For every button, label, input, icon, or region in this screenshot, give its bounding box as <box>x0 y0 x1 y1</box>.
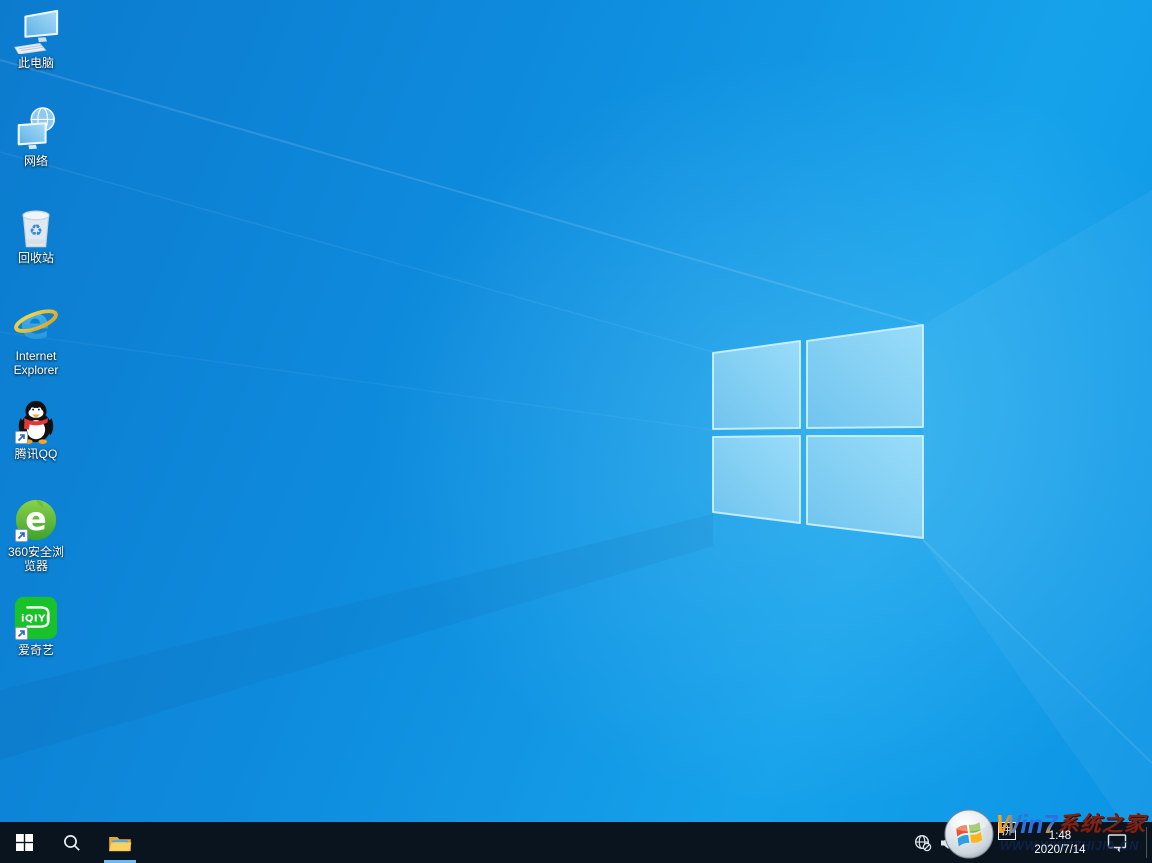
clock-time: 1:48 <box>1049 829 1071 843</box>
this-pc-icon <box>13 8 59 54</box>
internet-explorer-icon: e <box>13 301 59 347</box>
network-icon <box>13 106 59 152</box>
desktop-icon-label: 爱奇艺 <box>18 643 54 657</box>
file-explorer-button[interactable] <box>96 822 144 863</box>
taskbar-clock[interactable]: 1:48 2020/7/14 <box>1028 822 1092 863</box>
network-tray-icon[interactable] <box>912 822 934 863</box>
search-button[interactable] <box>48 822 96 863</box>
ime-indicator[interactable]: 拼 <box>998 822 1016 840</box>
volume-tray-icon[interactable] <box>938 822 958 863</box>
desktop-icon-label: 回收站 <box>18 251 54 265</box>
desktop-icon-label: 网络 <box>24 154 48 168</box>
desktop-icon-label: Internet Explorer <box>4 349 68 377</box>
shortcut-arrow-icon <box>15 529 28 542</box>
taskbar: 拼 1:48 2020/7/14 <box>0 822 1152 863</box>
desktop-icon-360-browser[interactable]: e 360安全浏览器 <box>4 497 68 573</box>
shortcut-arrow-icon <box>15 627 28 640</box>
action-center-button[interactable] <box>1104 822 1130 863</box>
show-desktop-button[interactable] <box>1146 827 1147 858</box>
start-button[interactable] <box>0 822 48 863</box>
desktop-icon-recycle-bin[interactable]: ♻ 回收站 <box>4 203 68 265</box>
desktop-icon-label: 腾讯QQ <box>15 447 58 461</box>
shortcut-arrow-icon <box>15 431 28 444</box>
iqiyi-logo-text: iQIYI <box>21 613 50 624</box>
recycle-bin-icon: ♻ <box>13 203 59 249</box>
notification-icon <box>1107 833 1127 852</box>
desktop-icon-network[interactable]: 网络 <box>4 106 68 168</box>
desktop-icon-this-pc[interactable]: 此电脑 <box>4 8 68 70</box>
svg-text:e: e <box>25 502 46 538</box>
desktop: 此电脑 网络 ♻ 回收站 <box>0 0 1152 863</box>
folder-icon <box>107 830 133 856</box>
desktop-icon-label: 此电脑 <box>18 56 54 70</box>
desktop-icon-tencent-qq[interactable]: 腾讯QQ <box>4 399 68 461</box>
desktop-icon-label: 360安全浏览器 <box>4 545 68 573</box>
search-icon <box>63 834 81 852</box>
clock-date: 2020/7/14 <box>1034 843 1085 857</box>
desktop-icon-iqiyi[interactable]: iQIYI 爱奇艺 <box>4 595 68 657</box>
speaker-icon <box>940 835 956 851</box>
windows-logo-wallpaper <box>0 0 1152 863</box>
windows-logo-icon <box>16 834 33 851</box>
desktop-icon-internet-explorer[interactable]: e Internet Explorer <box>4 301 68 377</box>
svg-text:♻: ♻ <box>29 222 43 240</box>
globe-no-internet-icon <box>914 834 932 852</box>
